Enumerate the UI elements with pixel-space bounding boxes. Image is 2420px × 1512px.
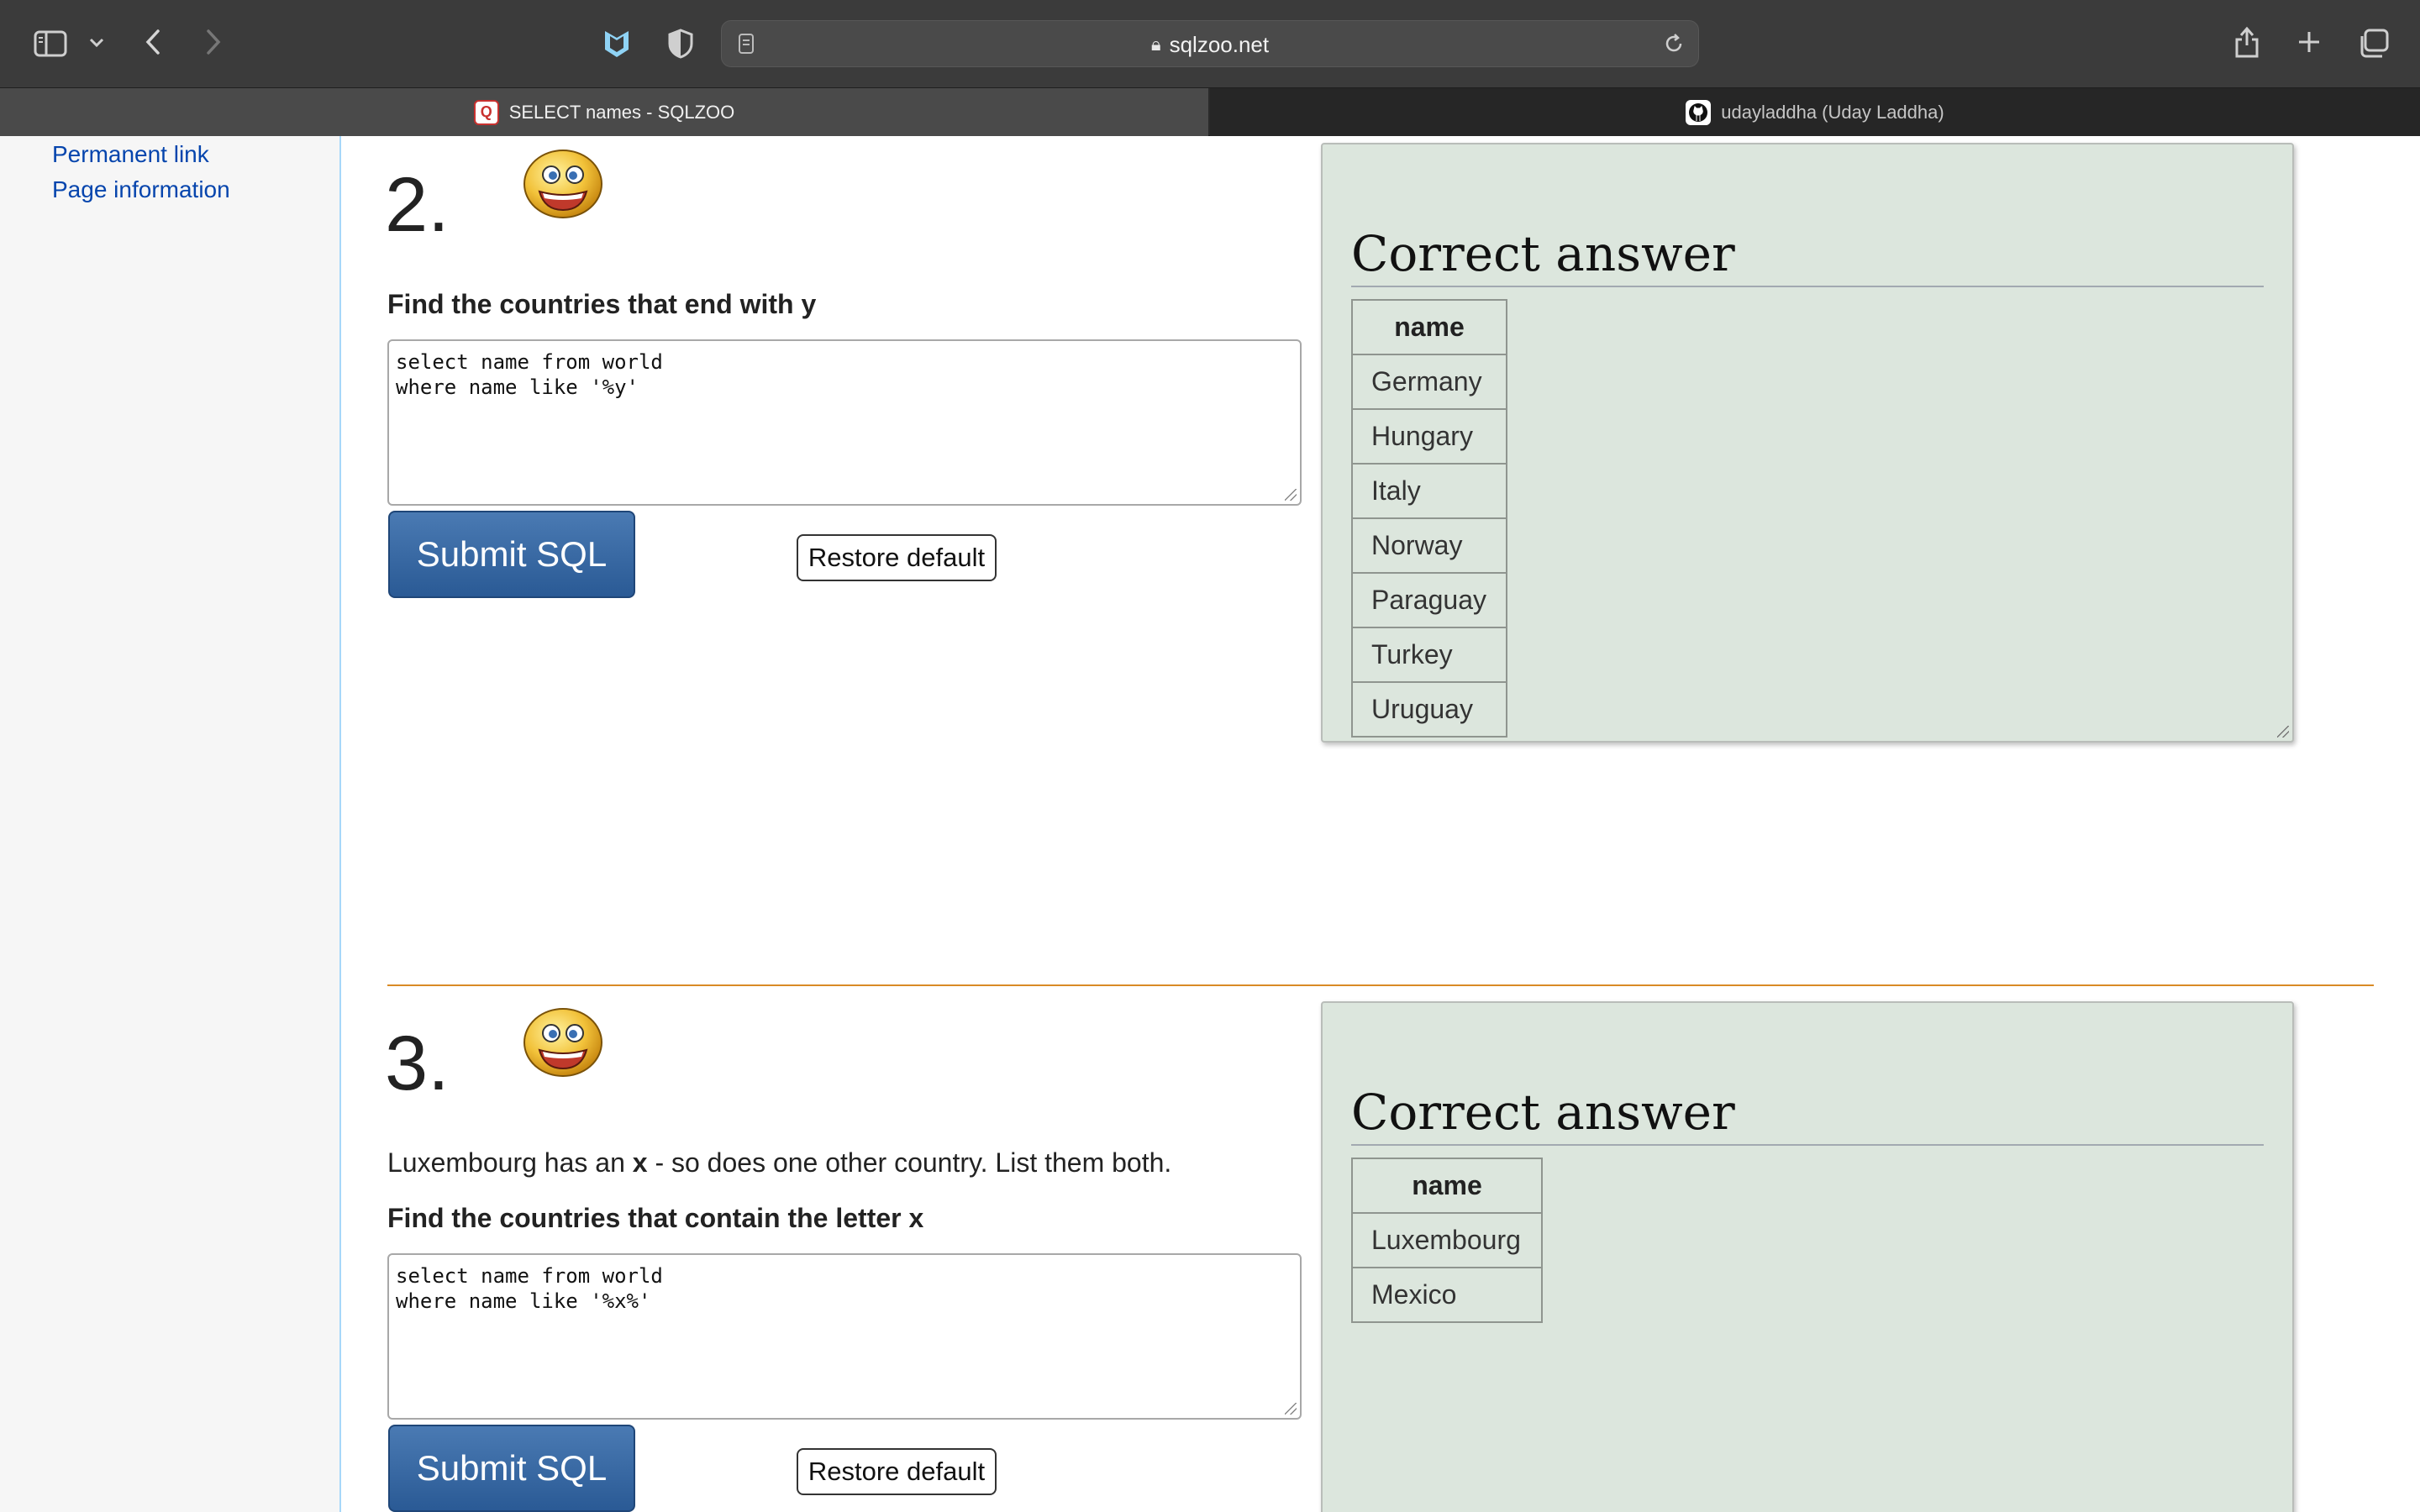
- tab-label: udayladdha (Uday Laddha): [1721, 101, 1944, 123]
- table-row: Uruguay: [1351, 681, 1507, 738]
- table-row: Italy: [1351, 463, 1507, 519]
- table-cell: Germany: [1351, 354, 1507, 410]
- table-cell: Italy: [1351, 463, 1507, 519]
- smiley-icon: [523, 150, 602, 218]
- address-bar[interactable]: 🔒︎ sqlzoo.net: [721, 20, 1699, 67]
- url-text: sqlzoo.net: [1169, 31, 1270, 57]
- table-cell: Hungary: [1351, 408, 1507, 465]
- table-row: Germany: [1351, 354, 1507, 410]
- smiley-icon: [523, 1008, 602, 1077]
- column-header: name: [1351, 1158, 1543, 1214]
- tab-label: SELECT names - SQLZOO: [508, 101, 735, 123]
- intro-text: Luxembourg has an: [387, 1147, 633, 1178]
- table-row: Norway: [1351, 517, 1507, 574]
- answer-title: Correct answer: [1351, 225, 1735, 282]
- question-intro: Luxembourg has an x - so does one other …: [387, 1147, 1171, 1179]
- restore-default-button[interactable]: Restore default: [797, 534, 997, 581]
- page-information-link[interactable]: Page information: [52, 176, 230, 203]
- permanent-link[interactable]: Permanent link: [52, 141, 209, 168]
- column-header: name: [1351, 299, 1507, 355]
- table-cell: Luxembourg: [1351, 1212, 1543, 1268]
- chevron-down-icon[interactable]: [84, 30, 109, 55]
- forward-icon[interactable]: [197, 25, 230, 59]
- privacy-shield-icon[interactable]: [664, 25, 697, 62]
- question-task: Find the countries that contain the lett…: [387, 1203, 924, 1233]
- submit-sql-button[interactable]: Submit SQL: [388, 1425, 635, 1512]
- table-row: Mexico: [1351, 1267, 1543, 1323]
- sql-input[interactable]: select name from world where name like '…: [387, 339, 1302, 506]
- restore-default-button[interactable]: Restore default: [797, 1448, 997, 1495]
- wiki-sidebar: Permanent link Page information: [0, 136, 341, 1512]
- extension-shield-icon[interactable]: [600, 25, 634, 62]
- sqlzoo-icon: Q: [473, 99, 499, 125]
- answer-table: name Germany Hungary Italy Norway Paragu…: [1351, 299, 1507, 738]
- github-icon: [1686, 99, 1712, 125]
- table-cell: Turkey: [1351, 627, 1507, 683]
- title-rule: [1351, 286, 2264, 287]
- submit-sql-button[interactable]: Submit SQL: [388, 511, 635, 598]
- share-icon[interactable]: [2230, 22, 2264, 62]
- intro-text: - so does one other country. List them b…: [647, 1147, 1172, 1178]
- sql-input[interactable]: select name from world where name like '…: [387, 1253, 1302, 1420]
- intro-bold: x: [632, 1147, 648, 1178]
- reload-icon[interactable]: [1661, 31, 1686, 56]
- table-row: Paraguay: [1351, 572, 1507, 628]
- tab-github[interactable]: udayladdha (Uday Laddha): [1210, 88, 2420, 136]
- question-task: Find the countries that end with y: [387, 289, 817, 319]
- answer-title: Correct answer: [1351, 1084, 1735, 1141]
- lock-icon: 🔒︎: [1150, 34, 1161, 55]
- browser-toolbar: 🔒︎ sqlzoo.net: [0, 0, 2420, 87]
- tab-overview-icon[interactable]: [2354, 25, 2391, 62]
- tab-bar: Q SELECT names - SQLZOO udayladdha (Uday…: [0, 87, 2420, 136]
- resize-handle-icon[interactable]: [2277, 726, 2289, 738]
- new-tab-icon[interactable]: [2292, 25, 2326, 59]
- table-cell: Paraguay: [1351, 572, 1507, 628]
- answer-panel: Correct answer name Germany Hungary Ital…: [1321, 143, 2294, 743]
- answer-panel: Correct answer name Luxembourg Mexico: [1321, 1001, 2294, 1512]
- table-cell: Norway: [1351, 517, 1507, 574]
- table-row: Hungary: [1351, 408, 1507, 465]
- table-cell: Mexico: [1351, 1267, 1543, 1323]
- back-icon[interactable]: [136, 25, 170, 59]
- table-row: Turkey: [1351, 627, 1507, 683]
- section-divider: [387, 984, 2374, 986]
- table-row: Luxembourg: [1351, 1212, 1543, 1268]
- table-cell: Uruguay: [1351, 681, 1507, 738]
- sidebar-toggle-icon[interactable]: [32, 25, 69, 62]
- title-rule: [1351, 1144, 2264, 1146]
- question-number: 3.: [385, 1021, 450, 1106]
- tab-sqlzoo[interactable]: Q SELECT names - SQLZOO: [0, 88, 1208, 136]
- answer-table: name Luxembourg Mexico: [1351, 1158, 1543, 1323]
- question-number: 2.: [385, 162, 450, 248]
